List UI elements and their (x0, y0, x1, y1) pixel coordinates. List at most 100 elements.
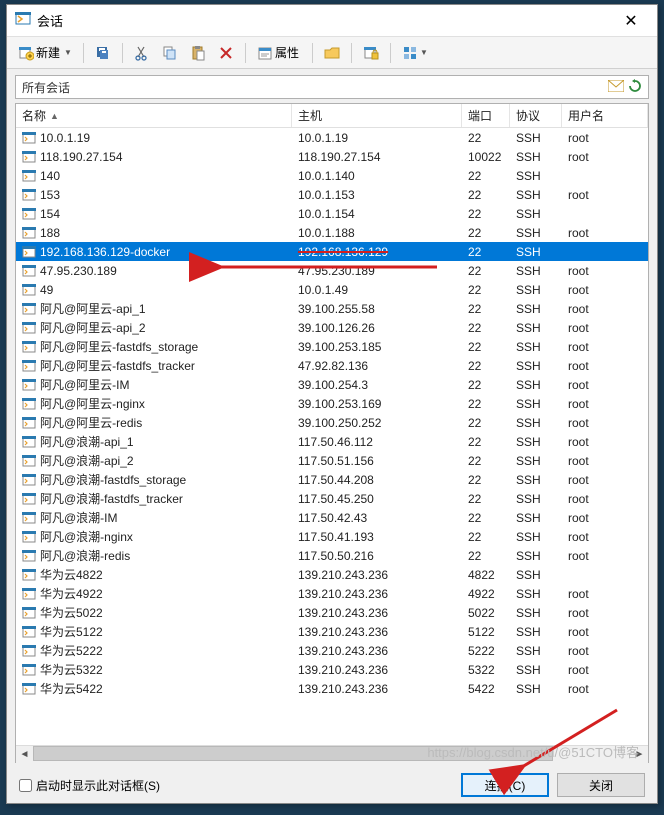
col-port-header[interactable]: 端口 (462, 104, 510, 127)
session-proto: SSH (510, 682, 562, 696)
session-name: 10.0.1.19 (40, 131, 90, 145)
session-user: root (562, 606, 648, 620)
session-proto: SSH (510, 473, 562, 487)
session-user: root (562, 663, 648, 677)
session-row[interactable]: 14010.0.1.14022SSH (16, 166, 648, 185)
session-row[interactable]: 华为云5122139.210.243.2365122SSHroot (16, 622, 648, 641)
session-icon (22, 150, 38, 164)
session-port: 22 (462, 473, 510, 487)
show-on-startup-checkbox[interactable]: 启动时显示此对话框(S) (19, 777, 453, 794)
session-name: 华为云5022 (40, 604, 103, 621)
session-user: root (562, 283, 648, 297)
session-proto: SSH (510, 245, 562, 259)
session-row[interactable]: 华为云5222139.210.243.2365222SSHroot (16, 641, 648, 660)
session-port: 22 (462, 397, 510, 411)
session-row[interactable]: 华为云5322139.210.243.2365322SSHroot (16, 660, 648, 679)
session-row[interactable]: 阿凡@阿里云-fastdfs_storage39.100.253.18522SS… (16, 337, 648, 356)
session-icon (22, 568, 38, 582)
lock-button[interactable] (358, 42, 384, 64)
session-proto: SSH (510, 283, 562, 297)
session-port: 22 (462, 359, 510, 373)
session-icon (22, 131, 38, 145)
scroll-left-icon[interactable]: ◄ (16, 746, 33, 763)
session-port: 5322 (462, 663, 510, 677)
session-row[interactable]: 阿凡@浪潮-redis117.50.50.21622SSHroot (16, 546, 648, 565)
session-row[interactable]: 华为云5422139.210.243.2365422SSHroot (16, 679, 648, 698)
cut-button[interactable] (129, 42, 155, 64)
session-row[interactable]: 华为云4922139.210.243.2364922SSHroot (16, 584, 648, 603)
checkbox-input[interactable] (19, 779, 32, 792)
session-host: 47.95.230.189 (292, 264, 462, 278)
session-host: 118.190.27.154 (292, 150, 462, 164)
session-proto: SSH (510, 454, 562, 468)
session-host: 10.0.1.19 (292, 131, 462, 145)
close-button[interactable]: 关闭 (557, 773, 645, 797)
sort-asc-icon: ▲ (50, 111, 59, 121)
close-icon[interactable]: ✕ (613, 11, 649, 31)
session-user: root (562, 587, 648, 601)
session-name: 阿凡@浪潮-IM (40, 509, 118, 526)
filter-bar[interactable]: 所有会话 (15, 75, 649, 99)
session-row[interactable]: 阿凡@阿里云-api_139.100.255.5822SSHroot (16, 299, 648, 318)
session-port: 5122 (462, 625, 510, 639)
session-user: root (562, 264, 648, 278)
session-proto: SSH (510, 625, 562, 639)
session-proto: SSH (510, 606, 562, 620)
properties-button[interactable]: 属性 (252, 41, 306, 64)
envelope-icon[interactable] (608, 80, 624, 95)
session-row[interactable]: 阿凡@阿里云-fastdfs_tracker47.92.82.13622SSHr… (16, 356, 648, 375)
session-icon (22, 169, 38, 183)
rows-container: 10.0.1.1910.0.1.1922SSHroot118.190.27.15… (16, 128, 648, 745)
session-row[interactable]: 18810.0.1.18822SSHroot (16, 223, 648, 242)
session-row[interactable]: 10.0.1.1910.0.1.1922SSHroot (16, 128, 648, 147)
session-name: 阿凡@阿里云-fastdfs_storage (40, 338, 198, 355)
session-row[interactable]: 192.168.136.129-docker192.168.136.12922S… (16, 242, 648, 261)
session-name: 华为云5122 (40, 623, 103, 640)
session-row[interactable]: 华为云4822139.210.243.2364822SSH (16, 565, 648, 584)
view-button[interactable]: ▼ (397, 42, 433, 64)
session-user: root (562, 131, 648, 145)
delete-button[interactable] (213, 42, 239, 64)
refresh-icon[interactable] (628, 79, 642, 96)
session-row[interactable]: 阿凡@浪潮-nginx117.50.41.19322SSHroot (16, 527, 648, 546)
session-row[interactable]: 阿凡@阿里云-IM39.100.254.322SSHroot (16, 375, 648, 394)
session-host: 117.50.41.193 (292, 530, 462, 544)
session-icon (22, 644, 38, 658)
session-row[interactable]: 阿凡@浪潮-api_2117.50.51.15622SSHroot (16, 451, 648, 470)
col-proto-header[interactable]: 协议 (510, 104, 562, 127)
session-row[interactable]: 阿凡@阿里云-redis39.100.250.25222SSHroot (16, 413, 648, 432)
col-name-header[interactable]: 名称▲ (16, 104, 292, 127)
session-icon (22, 378, 38, 392)
session-row[interactable]: 阿凡@浪潮-IM117.50.42.4322SSHroot (16, 508, 648, 527)
session-port: 22 (462, 169, 510, 183)
separator (351, 43, 352, 63)
new-button[interactable]: 新建 ▼ (13, 41, 77, 64)
session-host: 39.100.255.58 (292, 302, 462, 316)
session-user: root (562, 644, 648, 658)
paste-button[interactable] (185, 42, 211, 64)
session-row[interactable]: 阿凡@浪潮-fastdfs_tracker117.50.45.25022SSHr… (16, 489, 648, 508)
session-row[interactable]: 15410.0.1.15422SSH (16, 204, 648, 223)
session-name: 阿凡@浪潮-fastdfs_tracker (40, 490, 183, 507)
save-all-button[interactable] (90, 42, 116, 64)
new-folder-button[interactable] (319, 42, 345, 64)
session-row[interactable]: 阿凡@浪潮-fastdfs_storage117.50.44.20822SSHr… (16, 470, 648, 489)
new-label: 新建 (36, 44, 60, 61)
session-icon (22, 587, 38, 601)
connect-button[interactable]: 连接(C) (461, 773, 549, 797)
col-user-header[interactable]: 用户名 (562, 104, 648, 127)
session-port: 22 (462, 283, 510, 297)
session-row[interactable]: 4910.0.1.4922SSHroot (16, 280, 648, 299)
session-row[interactable]: 华为云5022139.210.243.2365022SSHroot (16, 603, 648, 622)
session-icon (22, 663, 38, 677)
session-row[interactable]: 118.190.27.154118.190.27.15410022SSHroot (16, 147, 648, 166)
session-row[interactable]: 阿凡@浪潮-api_1117.50.46.11222SSHroot (16, 432, 648, 451)
session-row[interactable]: 阿凡@阿里云-nginx39.100.253.16922SSHroot (16, 394, 648, 413)
session-row[interactable]: 47.95.230.18947.95.230.18922SSHroot (16, 261, 648, 280)
session-proto: SSH (510, 264, 562, 278)
copy-button[interactable] (157, 42, 183, 64)
session-icon (22, 530, 38, 544)
session-row[interactable]: 15310.0.1.15322SSHroot (16, 185, 648, 204)
session-row[interactable]: 阿凡@阿里云-api_239.100.126.2622SSHroot (16, 318, 648, 337)
col-host-header[interactable]: 主机 (292, 104, 462, 127)
